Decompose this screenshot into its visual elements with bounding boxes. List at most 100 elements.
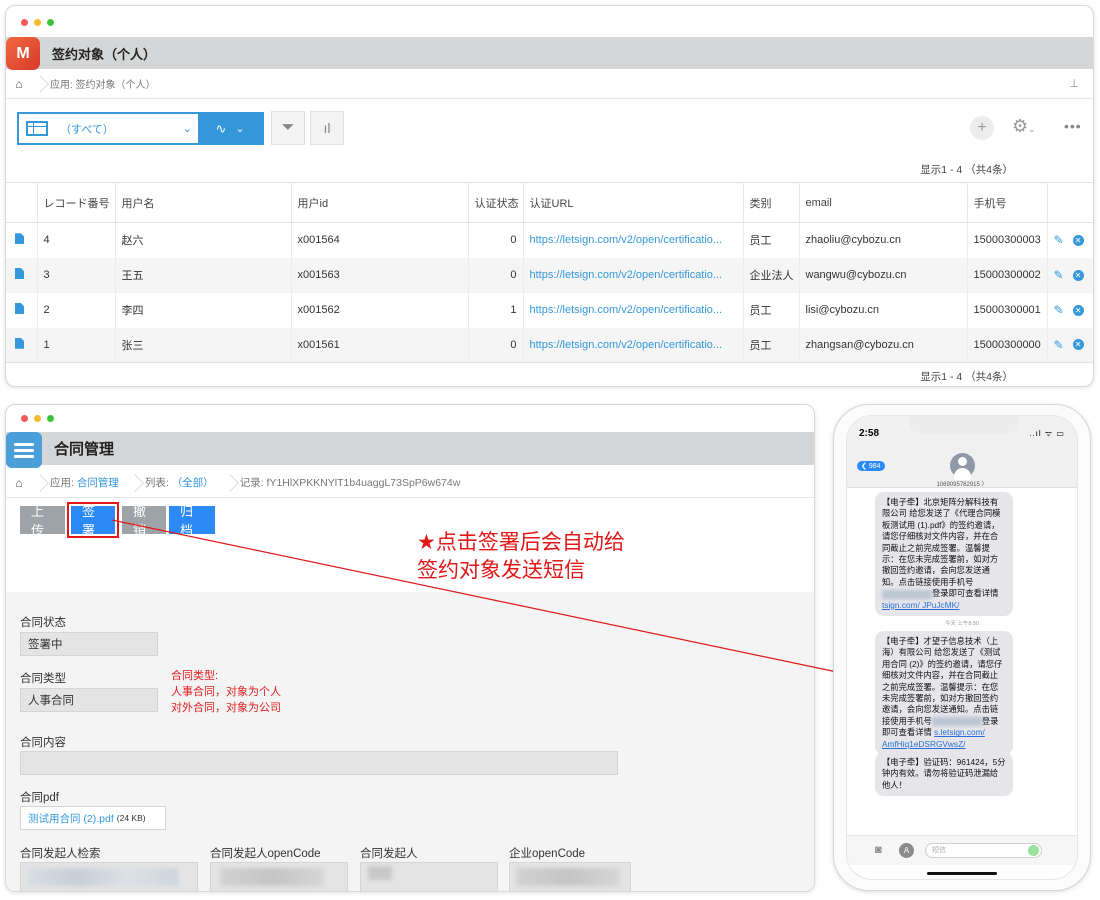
conversation-header: ❮ 984 1069095782915 〉 [847, 448, 1077, 488]
record-form: 合同状态 签署中 合同类型 人事合同 合同类型: 人事合同，对象为个人 对外合同… [6, 592, 814, 891]
edit-icon[interactable]: ✎ [1054, 303, 1064, 317]
cell-status: 0 [468, 222, 524, 258]
record-detail-icon[interactable] [15, 233, 24, 245]
status-field: 签署中 [20, 632, 158, 656]
delete-icon[interactable]: ✕ [1072, 339, 1084, 351]
column-header[interactable]: 认证状态 [468, 182, 524, 223]
edit-icon[interactable]: ✎ [1054, 268, 1064, 282]
breadcrumb-list[interactable]: （全部） [172, 477, 214, 489]
annotation-text: ★点击签署后会自动给 签约对象发送短信 [417, 531, 625, 582]
cell-record-no: 1 [37, 327, 116, 363]
column-header[interactable]: 认证URL [523, 182, 744, 223]
column-header[interactable]: email [799, 182, 968, 223]
avatar[interactable] [950, 453, 975, 480]
home-icon[interactable]: ⌂ [6, 77, 32, 91]
back-button[interactable]: ❮ 984 [857, 461, 885, 471]
cell-url-link[interactable]: https://letsign.com/v2/open/certificatio… [530, 234, 723, 246]
cell-type: 企业法人 [743, 257, 800, 293]
app-icon: M [6, 37, 40, 70]
action-buttons: 上传 签署 撤销 归档 [20, 502, 215, 538]
edit-icon[interactable]: ✎ [1054, 338, 1064, 352]
record-detail-icon[interactable] [15, 303, 24, 314]
sign-button[interactable]: 签署 [67, 502, 119, 538]
camera-icon[interactable]: ◙ [875, 844, 882, 856]
cell-url-link[interactable]: https://letsign.com/v2/open/certificatio… [530, 269, 723, 281]
maximize-window-button[interactable] [47, 19, 54, 26]
cell-email: zhangsan@cybozu.cn [799, 327, 968, 363]
more-options-button[interactable]: ••• [1064, 118, 1082, 134]
minimize-window-button[interactable] [34, 415, 41, 422]
record-detail-icon[interactable] [15, 337, 24, 349]
cell-record-no: 4 [37, 222, 116, 258]
line-graph-icon: ∿ [215, 120, 227, 136]
cell-uid: x001564 [291, 222, 469, 258]
delete-icon[interactable]: ✕ [1072, 269, 1084, 281]
records-table: レコード番号 用户名 用户id 认证状态 认证URL 类别 email 手机号 … [6, 182, 1093, 363]
delete-icon[interactable]: ✕ [1072, 304, 1084, 316]
breadcrumb-list-prefix: 列表: [144, 477, 169, 489]
edit-icon[interactable]: ✎ [1054, 233, 1064, 247]
archive-button[interactable]: 归档 [169, 504, 215, 538]
record-detail-icon[interactable] [15, 268, 24, 279]
cell-phone: 15000300003 [967, 222, 1048, 258]
maximize-window-button[interactable] [47, 415, 54, 422]
initiator-search-label: 合同发起人检索 [20, 848, 101, 860]
cell-uid: x001562 [291, 292, 469, 328]
chart-button[interactable]: ıl [310, 111, 344, 145]
graph-dropdown[interactable]: ∿ ⌄ [198, 114, 262, 143]
cell-record-no: 2 [37, 292, 116, 328]
column-header[interactable]: 用户id [291, 182, 469, 223]
column-header[interactable]: 类别 [743, 182, 800, 223]
view-name: （すべて） [60, 123, 114, 136]
breadcrumb: ⌂ 应用: 签约对象（个人） ⊥ [6, 69, 1093, 99]
phone-time: 2:58 [859, 428, 880, 439]
close-window-button[interactable] [21, 415, 28, 422]
cell-phone: 15000300001 [967, 292, 1048, 328]
revoke-button[interactable]: 撤销 [122, 504, 166, 538]
upload-button[interactable]: 上传 [20, 504, 65, 538]
signal-icon: ..ıl ᯤ ▭ [1029, 429, 1065, 438]
type-label: 合同类型 [20, 673, 66, 685]
cell-email: zhaoliu@cybozu.cn [799, 222, 968, 258]
cell-uid: x001563 [291, 257, 469, 293]
column-header[interactable]: 用户名 [115, 182, 292, 223]
record-list-window: M 签约对象（个人） ⌂ 应用: 签约对象（个人） ⊥ （すべて） ⌄ ∿ ⌄ … [5, 5, 1094, 387]
cell-email: wangwu@cybozu.cn [799, 257, 968, 293]
app-store-icon[interactable]: A [899, 843, 914, 858]
settings-button[interactable]: ⚙⌄ [1012, 116, 1036, 137]
pdf-file-link[interactable]: 测试用合同 (2).pdf [28, 811, 114, 826]
cell-phone: 15000300000 [967, 327, 1048, 363]
close-window-button[interactable] [21, 19, 28, 26]
delete-icon[interactable]: ✕ [1072, 234, 1084, 246]
send-icon[interactable] [1028, 845, 1039, 856]
sender-number[interactable]: 1069095782915 〉 [847, 479, 1077, 488]
breadcrumb: ⌂ 应用: 合同管理 列表: （全部） 记录: fY1HlXPKKNYlT1b4… [6, 468, 814, 498]
cell-name: 张三 [115, 327, 292, 363]
column-header[interactable]: レコード番号 [37, 182, 116, 223]
sms-message: 【电子牵】才望子信息技术（上海）有限公司 给您发送了《测试用合同 (2)》的签约… [875, 631, 1013, 756]
cell-url-link[interactable]: https://letsign.com/v2/open/certificatio… [530, 339, 723, 351]
breadcrumb-app[interactable]: 应用: 签约对象（个人） [50, 76, 156, 91]
add-record-button[interactable]: + [970, 116, 994, 140]
gear-icon: ⚙ [1012, 116, 1029, 136]
filter-button[interactable]: ⏷ [271, 111, 305, 145]
sms-message: 【电子牵】北京矩阵分解科技有限公司 给您发送了《代理合同模板测试用 (1).pd… [875, 492, 1013, 617]
home-icon[interactable]: ⌂ [6, 476, 32, 490]
cell-phone: 15000300002 [967, 257, 1048, 293]
cell-url-link[interactable]: https://letsign.com/v2/open/certificatio… [530, 304, 723, 316]
cell-type: 员工 [743, 327, 800, 363]
pdf-size: (24 KB) [116, 813, 146, 823]
column-header[interactable]: 手机号 [967, 182, 1048, 223]
pin-icon[interactable]: ⊥ [1069, 77, 1079, 90]
breadcrumb-app[interactable]: 合同管理 [77, 477, 119, 489]
contract-detail-window: 合同管理 ⌂ 应用: 合同管理 列表: （全部） 记录: fY1HlXPKKNY… [5, 404, 815, 892]
app-header: M 签约对象（个人） [6, 37, 1093, 70]
view-selector[interactable]: （すべて） ⌄ ∿ ⌄ [17, 112, 264, 145]
sms-input[interactable]: 短信 [925, 843, 1042, 858]
view-dropdown[interactable]: （すべて） ⌄ [19, 114, 198, 143]
sms-link[interactable]: tsign.com/ JPuJcMK/ [882, 600, 959, 610]
content-field [20, 751, 618, 775]
day-label: 今天 上午8:50 [944, 621, 980, 627]
cell-uid: x001561 [291, 327, 469, 363]
minimize-window-button[interactable] [34, 19, 41, 26]
